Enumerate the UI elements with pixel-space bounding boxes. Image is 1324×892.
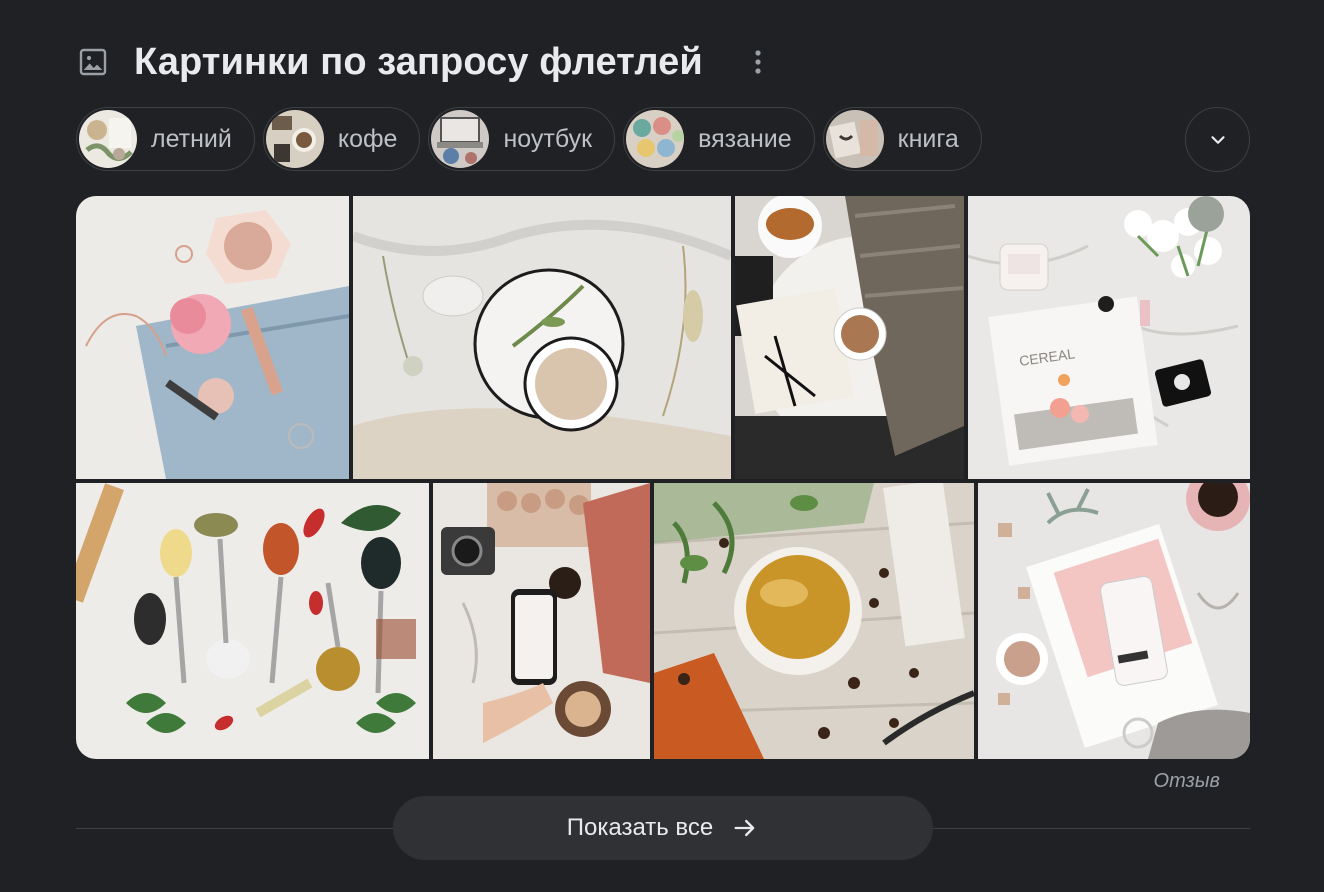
chip-label: кофе	[337, 124, 398, 153]
arrow-right-icon	[734, 819, 755, 837]
expand-chips-button[interactable]	[1185, 107, 1250, 172]
refinement-chips: летний кофе ноутбук вязание книга	[76, 107, 982, 173]
page-title: Картинки по запросу флетлей	[134, 40, 703, 83]
chip-kniga[interactable]: книга	[822, 107, 982, 171]
result-image[interactable]	[433, 483, 650, 759]
chip-thumbnail	[825, 110, 884, 168]
image-results-panel: Картинки по запросу флетлей летний кофе	[0, 0, 1324, 892]
result-image[interactable]	[978, 483, 1250, 759]
chip-vyazanie[interactable]: вязание	[623, 107, 815, 171]
result-image[interactable]	[353, 196, 731, 479]
chevron-down-icon	[1210, 135, 1225, 144]
result-image[interactable]	[76, 196, 349, 479]
chip-kofe[interactable]: кофе	[262, 107, 421, 171]
divider-left	[76, 828, 394, 829]
chip-label: вязание	[698, 124, 792, 153]
panel-header: Картинки по запросу флетлей	[76, 38, 703, 86]
show-all-label: Показать все	[566, 814, 714, 841]
image-icon	[76, 45, 110, 79]
chip-label: книга	[897, 124, 959, 153]
feedback-link[interactable]: Отзыв	[1154, 770, 1220, 793]
chip-noutbuk[interactable]: ноутбук	[428, 107, 616, 171]
chip-thumbnail	[79, 110, 137, 168]
more-vert-icon	[755, 50, 761, 74]
chip-letniy[interactable]: летний	[76, 107, 255, 171]
chip-thumbnail	[265, 110, 324, 168]
chip-label: ноутбук	[503, 124, 593, 153]
image-grid: CEREAL	[76, 196, 1250, 759]
result-image[interactable]	[654, 483, 974, 759]
result-image[interactable]: CEREAL	[968, 196, 1250, 479]
result-image[interactable]	[76, 483, 429, 759]
chip-thumbnail	[626, 110, 685, 168]
chip-label: летний	[151, 124, 232, 153]
result-image[interactable]	[735, 196, 964, 479]
show-all-button[interactable]: Показать все	[393, 796, 933, 860]
divider-right	[932, 828, 1250, 829]
more-options-button[interactable]	[742, 44, 774, 80]
chip-thumbnail	[431, 110, 490, 168]
